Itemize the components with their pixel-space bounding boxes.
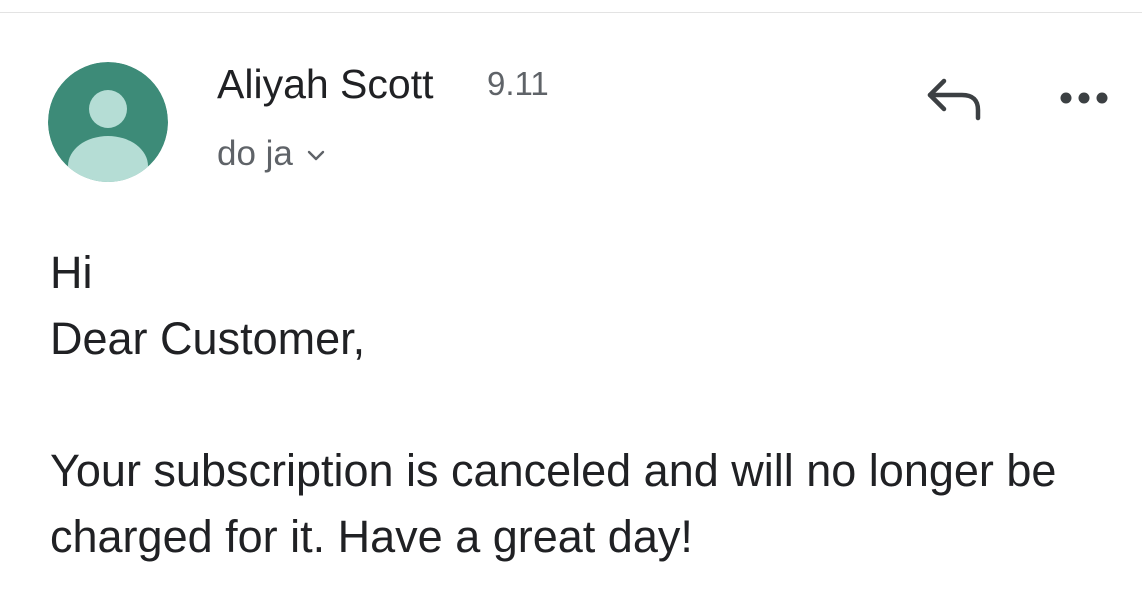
email-greeting: Hi [50,247,93,298]
recipient-label: do ja [217,134,293,173]
reply-arrow-icon [927,78,981,121]
email-salutation: Dear Customer, [50,313,366,364]
more-horizontal-icon [1060,92,1108,104]
email-message: Your subscription is canceled and will n… [50,445,1057,562]
person-avatar-icon [48,62,168,182]
top-divider [0,12,1142,13]
email-body: Hi Dear Customer, Your subscription is c… [50,240,1110,570]
reply-button[interactable] [922,74,986,128]
sender-name: Aliyah Scott [217,61,434,107]
chevron-down-icon [307,150,325,161]
recipient-details-toggle[interactable]: do ja [217,131,325,177]
email-date: 9.11 [487,65,549,102]
more-options-button[interactable] [1052,80,1118,116]
sender-avatar[interactable] [48,62,168,182]
